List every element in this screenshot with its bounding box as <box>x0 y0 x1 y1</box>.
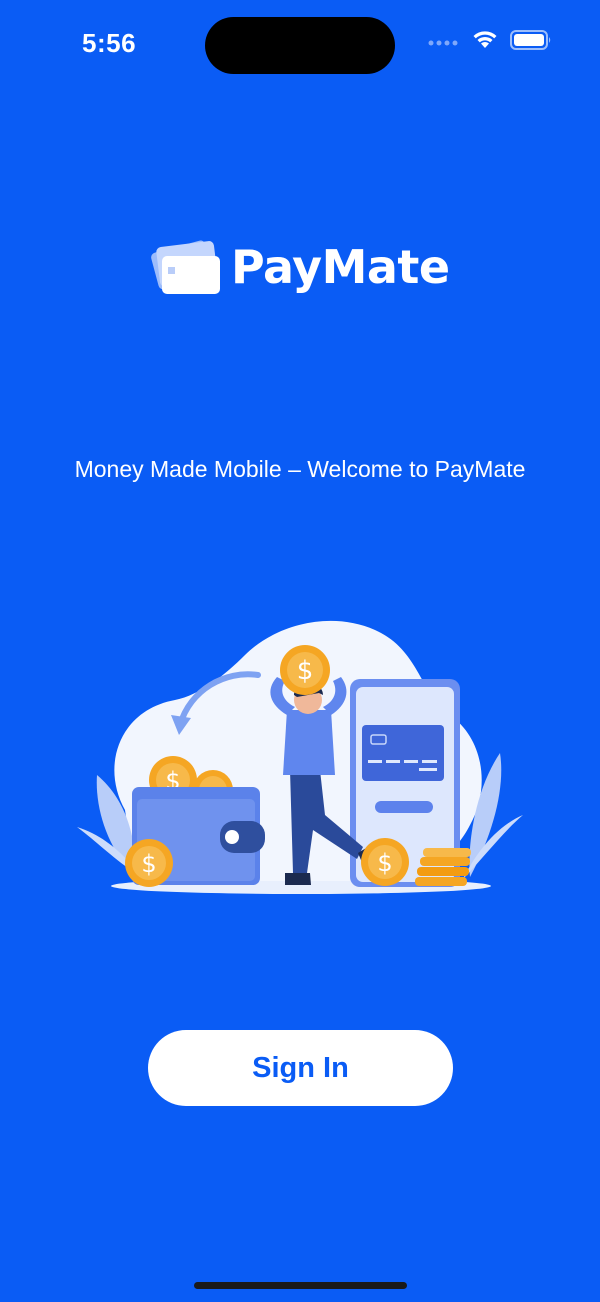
coin-icon: $ <box>361 838 409 886</box>
coin-stack-icon <box>415 848 471 886</box>
status-bar: 5:56 <box>0 0 600 90</box>
battery-icon <box>510 30 552 55</box>
sign-in-button[interactable]: Sign In <box>148 1030 453 1106</box>
svg-text:$: $ <box>297 656 314 686</box>
home-indicator[interactable] <box>194 1282 407 1289</box>
app-logo: PayMate <box>150 232 450 307</box>
coin-icon: $ <box>280 645 330 695</box>
hero-illustration: $ $ $ $ <box>75 615 527 900</box>
wifi-icon <box>472 30 498 55</box>
tagline: Money Made Mobile – Welcome to PayMate <box>74 456 526 482</box>
signal-dots-icon <box>428 34 460 52</box>
dynamic-island <box>205 17 395 74</box>
status-time: 5:56 <box>82 28 137 58</box>
coin-icon: $ <box>125 839 173 887</box>
svg-text:$: $ <box>141 850 156 878</box>
svg-text:$: $ <box>377 849 392 877</box>
status-icons <box>428 30 552 55</box>
app-name: PayMate <box>231 240 450 294</box>
